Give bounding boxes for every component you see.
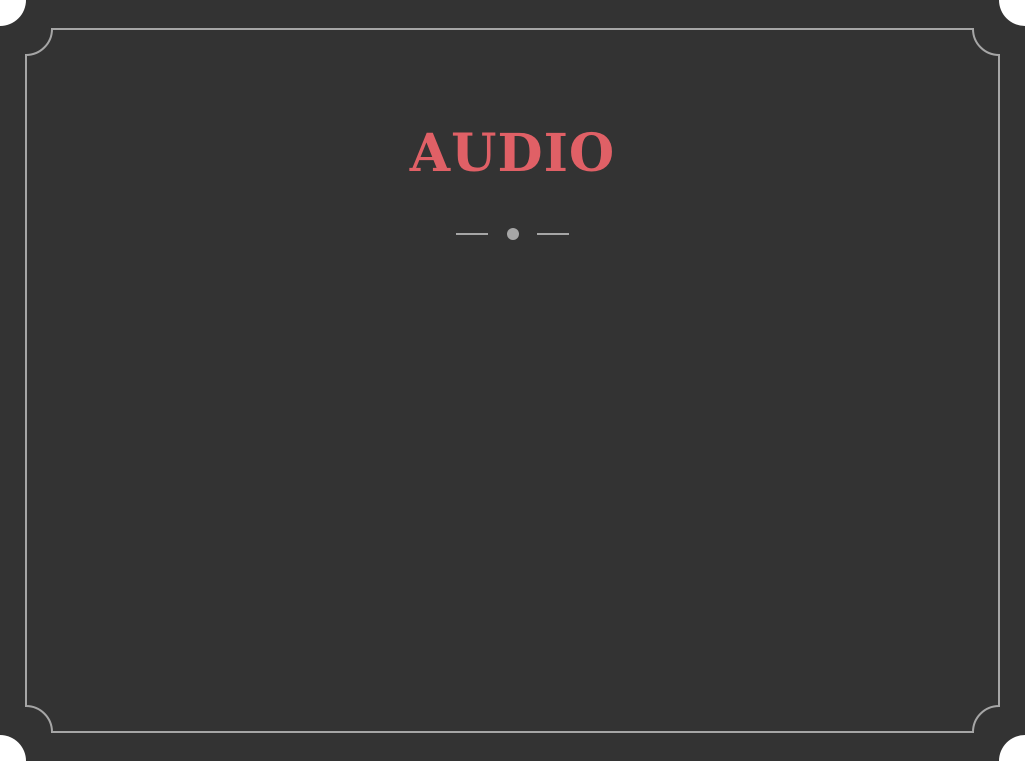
slide-title: AUDIO [409,123,616,184]
line-dot-line-divider-icon [456,228,569,240]
slide: AUDIO [0,0,1025,761]
background-panel [0,0,1025,761]
slide-background [0,0,1025,761]
divider-dot [507,228,519,240]
